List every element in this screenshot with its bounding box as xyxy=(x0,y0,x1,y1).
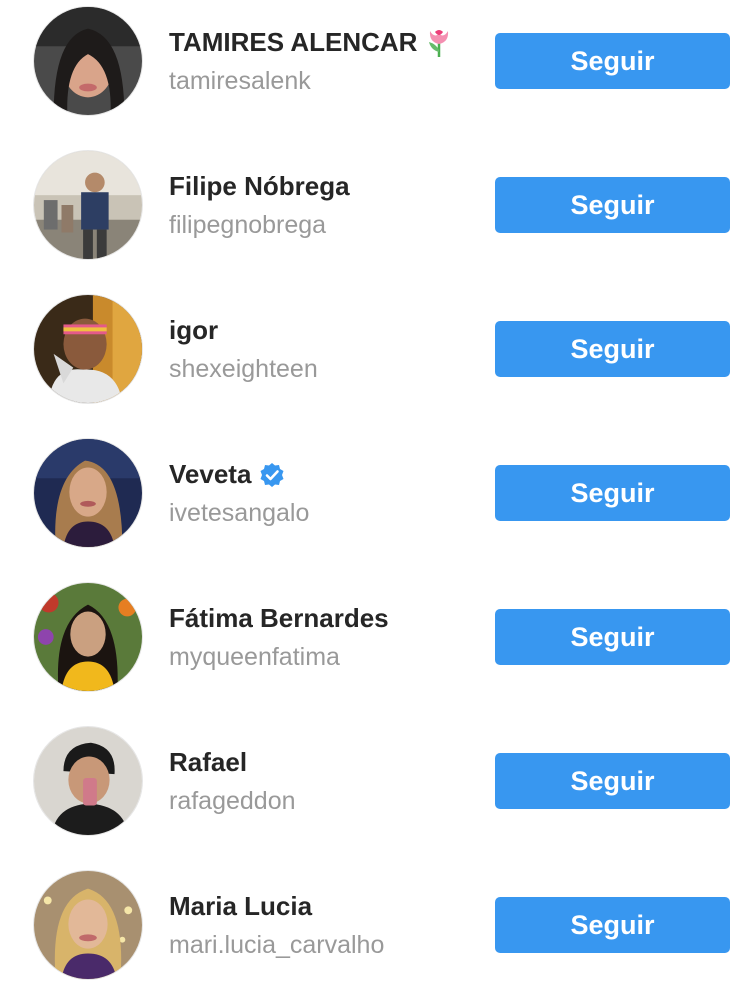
user-name[interactable]: Rafael xyxy=(169,747,247,778)
follow-button[interactable]: Seguir xyxy=(495,465,730,521)
list-item[interactable]: TAMIRES ALENCAR tamiresalenk Seguir xyxy=(0,0,737,144)
user-name[interactable]: TAMIRES ALENCAR xyxy=(169,27,417,58)
avatar[interactable] xyxy=(33,150,143,260)
avatar[interactable] xyxy=(33,294,143,404)
follow-button[interactable]: Seguir xyxy=(495,33,730,89)
tulip-icon xyxy=(425,28,453,58)
avatar[interactable] xyxy=(33,438,143,548)
follow-button[interactable]: Seguir xyxy=(495,753,730,809)
list-item[interactable]: Fátima Bernardes myqueenfatima Seguir xyxy=(0,576,737,720)
list-item[interactable]: Rafael rafageddon Seguir xyxy=(0,720,737,864)
user-handle: ivetesangalo xyxy=(169,499,310,527)
user-handle: rafageddon xyxy=(169,787,296,815)
user-name[interactable]: Filipe Nóbrega xyxy=(169,171,350,202)
user-handle: shexeighteen xyxy=(169,355,318,383)
follow-button[interactable]: Seguir xyxy=(495,897,730,953)
user-handle: myqueenfatima xyxy=(169,643,340,671)
follow-button[interactable]: Seguir xyxy=(495,609,730,665)
avatar[interactable] xyxy=(33,582,143,692)
list-item[interactable]: igor shexeighteen Seguir xyxy=(0,288,737,432)
list-item[interactable]: Veveta ivetesangalo Seguir xyxy=(0,432,737,576)
list-item[interactable]: Maria Lucia mari.lucia_carvalho Seguir xyxy=(0,864,737,1008)
user-handle: mari.lucia_carvalho xyxy=(169,931,385,959)
follow-button[interactable]: Seguir xyxy=(495,177,730,233)
avatar[interactable] xyxy=(33,870,143,980)
avatar[interactable] xyxy=(33,726,143,836)
user-name[interactable]: Veveta xyxy=(169,459,251,490)
user-name[interactable]: Fátima Bernardes xyxy=(169,603,389,634)
list-item[interactable]: Filipe Nóbrega filipegnobrega Seguir xyxy=(0,144,737,288)
user-name[interactable]: igor xyxy=(169,315,218,346)
follow-button[interactable]: Seguir xyxy=(495,321,730,377)
verified-icon xyxy=(259,462,285,488)
user-handle: tamiresalenk xyxy=(169,67,311,95)
user-name[interactable]: Maria Lucia xyxy=(169,891,312,922)
user-handle: filipegnobrega xyxy=(169,211,327,239)
avatar[interactable] xyxy=(33,6,143,116)
